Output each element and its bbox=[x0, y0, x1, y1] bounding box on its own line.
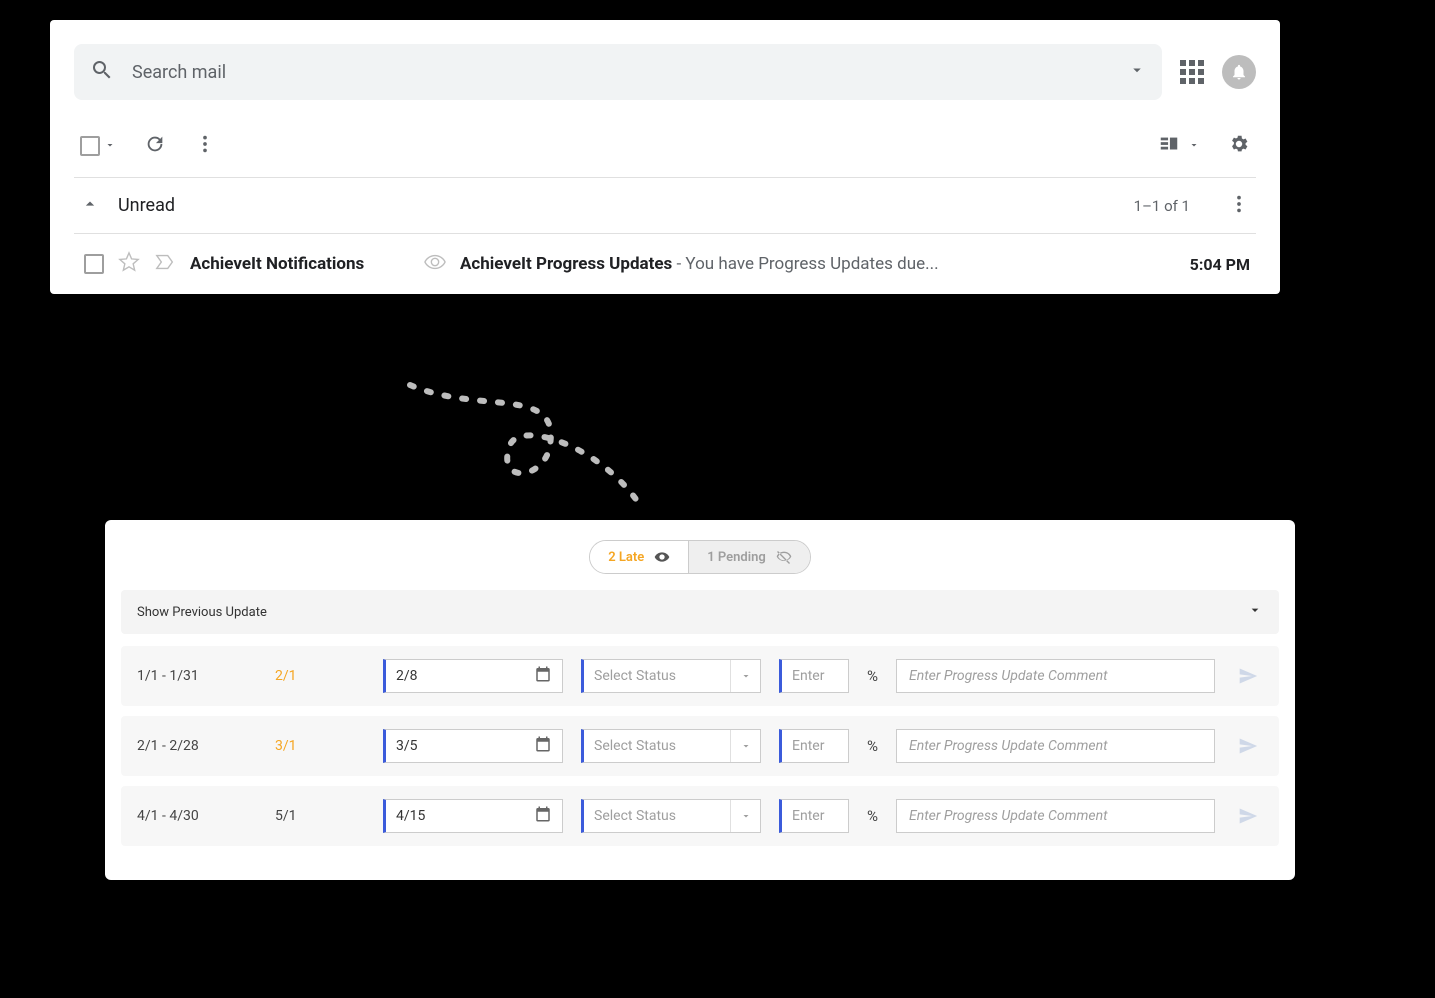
percent-suffix: % bbox=[867, 667, 878, 685]
send-button[interactable] bbox=[1233, 806, 1263, 826]
dashed-arrow-decoration bbox=[300, 375, 700, 535]
percent-input[interactable]: Enter bbox=[779, 729, 849, 763]
progress-updates-card: 2 Late 1 Pending Show Previous Update 1/… bbox=[105, 520, 1295, 880]
previous-update-accordion[interactable]: Show Previous Update bbox=[121, 590, 1279, 634]
chevron-up-icon bbox=[80, 194, 100, 218]
chevron-down-icon bbox=[730, 800, 760, 832]
section-label: Unread bbox=[118, 195, 175, 216]
apps-grid-icon[interactable] bbox=[1180, 60, 1204, 84]
period-label: 2/1 - 2/28 bbox=[137, 738, 257, 754]
period-label: 1/1 - 1/31 bbox=[137, 668, 257, 684]
chevron-down-icon bbox=[1247, 602, 1263, 622]
status-select[interactable]: Select Status bbox=[581, 799, 761, 833]
search-row: Search mail bbox=[74, 44, 1256, 100]
section-more-icon[interactable] bbox=[1228, 193, 1250, 219]
comment-placeholder: Enter Progress Update Comment bbox=[909, 808, 1108, 824]
percent-suffix: % bbox=[867, 807, 878, 825]
eye-off-icon bbox=[776, 549, 792, 565]
comment-placeholder: Enter Progress Update Comment bbox=[909, 668, 1108, 684]
search-bar[interactable]: Search mail bbox=[74, 44, 1162, 100]
progress-update-row: 2/1 - 2/28 3/1 3/5 Select Status Enter %… bbox=[121, 716, 1279, 776]
star-icon[interactable] bbox=[118, 251, 140, 277]
send-button[interactable] bbox=[1233, 736, 1263, 756]
select-all-checkbox[interactable] bbox=[80, 136, 116, 156]
email-preview: - You have Progress Updates due... bbox=[672, 254, 938, 274]
notifications-bell-icon[interactable] bbox=[1222, 55, 1256, 89]
comment-input[interactable]: Enter Progress Update Comment bbox=[896, 659, 1215, 693]
progress-update-row: 1/1 - 1/31 2/1 2/8 Select Status Enter %… bbox=[121, 646, 1279, 706]
pill-late-label: 2 Late bbox=[608, 550, 644, 565]
filter-pill: 2 Late 1 Pending bbox=[589, 540, 811, 574]
progress-update-row: 4/1 - 4/30 5/1 4/15 Select Status Enter … bbox=[121, 786, 1279, 846]
email-time: 5:04 PM bbox=[1190, 255, 1250, 274]
email-row[interactable]: AchieveIt Notifications AchieveIt Progre… bbox=[74, 234, 1256, 294]
accordion-label: Show Previous Update bbox=[137, 605, 267, 620]
status-placeholder: Select Status bbox=[584, 738, 730, 754]
unread-section-header[interactable]: Unread 1–1 of 1 bbox=[74, 178, 1256, 234]
percent-placeholder: Enter bbox=[792, 738, 824, 754]
status-placeholder: Select Status bbox=[584, 668, 730, 684]
calendar-icon bbox=[534, 805, 552, 827]
period-label: 4/1 - 4/30 bbox=[137, 808, 257, 824]
eye-icon bbox=[654, 549, 670, 565]
percent-input[interactable]: Enter bbox=[779, 799, 849, 833]
send-button[interactable] bbox=[1233, 666, 1263, 686]
comment-placeholder: Enter Progress Update Comment bbox=[909, 738, 1108, 754]
percent-placeholder: Enter bbox=[792, 808, 824, 824]
chevron-down-icon bbox=[730, 660, 760, 692]
percent-suffix: % bbox=[867, 737, 878, 755]
status-select[interactable]: Select Status bbox=[581, 729, 761, 763]
importance-tag-icon[interactable] bbox=[154, 251, 176, 277]
date-value: 2/8 bbox=[396, 668, 418, 684]
filter-pill-row: 2 Late 1 Pending bbox=[121, 540, 1279, 574]
due-date-label: 2/1 bbox=[275, 668, 365, 684]
search-placeholder: Search mail bbox=[132, 62, 1110, 83]
comment-input[interactable]: Enter Progress Update Comment bbox=[896, 729, 1215, 763]
chevron-down-icon bbox=[1188, 136, 1200, 155]
pill-pending[interactable]: 1 Pending bbox=[688, 541, 810, 573]
date-input[interactable]: 4/15 bbox=[383, 799, 563, 833]
chevron-down-icon bbox=[730, 730, 760, 762]
percent-placeholder: Enter bbox=[792, 668, 824, 684]
percent-input[interactable]: Enter bbox=[779, 659, 849, 693]
split-pane-icon bbox=[1158, 133, 1180, 159]
email-sender: AchieveIt Notifications bbox=[190, 254, 410, 274]
email-toolbar bbox=[74, 114, 1256, 178]
split-pane-toggle[interactable] bbox=[1158, 133, 1200, 159]
date-value: 3/5 bbox=[396, 738, 418, 754]
date-value: 4/15 bbox=[396, 808, 425, 824]
search-icon bbox=[90, 58, 114, 86]
calendar-icon bbox=[534, 735, 552, 757]
email-subject: AchieveIt Progress Updates bbox=[460, 254, 672, 274]
date-input[interactable]: 2/8 bbox=[383, 659, 563, 693]
due-date-label: 5/1 bbox=[275, 808, 365, 824]
comment-input[interactable]: Enter Progress Update Comment bbox=[896, 799, 1215, 833]
due-date-label: 3/1 bbox=[275, 738, 365, 754]
status-select[interactable]: Select Status bbox=[581, 659, 761, 693]
date-input[interactable]: 3/5 bbox=[383, 729, 563, 763]
status-placeholder: Select Status bbox=[584, 808, 730, 824]
chevron-down-icon bbox=[104, 136, 116, 155]
eye-icon bbox=[424, 251, 446, 277]
refresh-button[interactable] bbox=[144, 133, 166, 159]
email-checkbox[interactable] bbox=[84, 254, 104, 274]
section-count: 1–1 of 1 bbox=[1134, 197, 1190, 215]
more-vert-icon[interactable] bbox=[194, 133, 216, 159]
calendar-icon bbox=[534, 665, 552, 687]
email-subject-line: AchieveIt Progress Updates - You have Pr… bbox=[460, 254, 939, 274]
pill-pending-label: 1 Pending bbox=[707, 550, 766, 565]
settings-gear-icon[interactable] bbox=[1228, 133, 1250, 159]
pill-late[interactable]: 2 Late bbox=[590, 541, 688, 573]
search-options-chevron-icon[interactable] bbox=[1128, 61, 1146, 83]
email-inbox-card: Search mail bbox=[50, 20, 1280, 294]
